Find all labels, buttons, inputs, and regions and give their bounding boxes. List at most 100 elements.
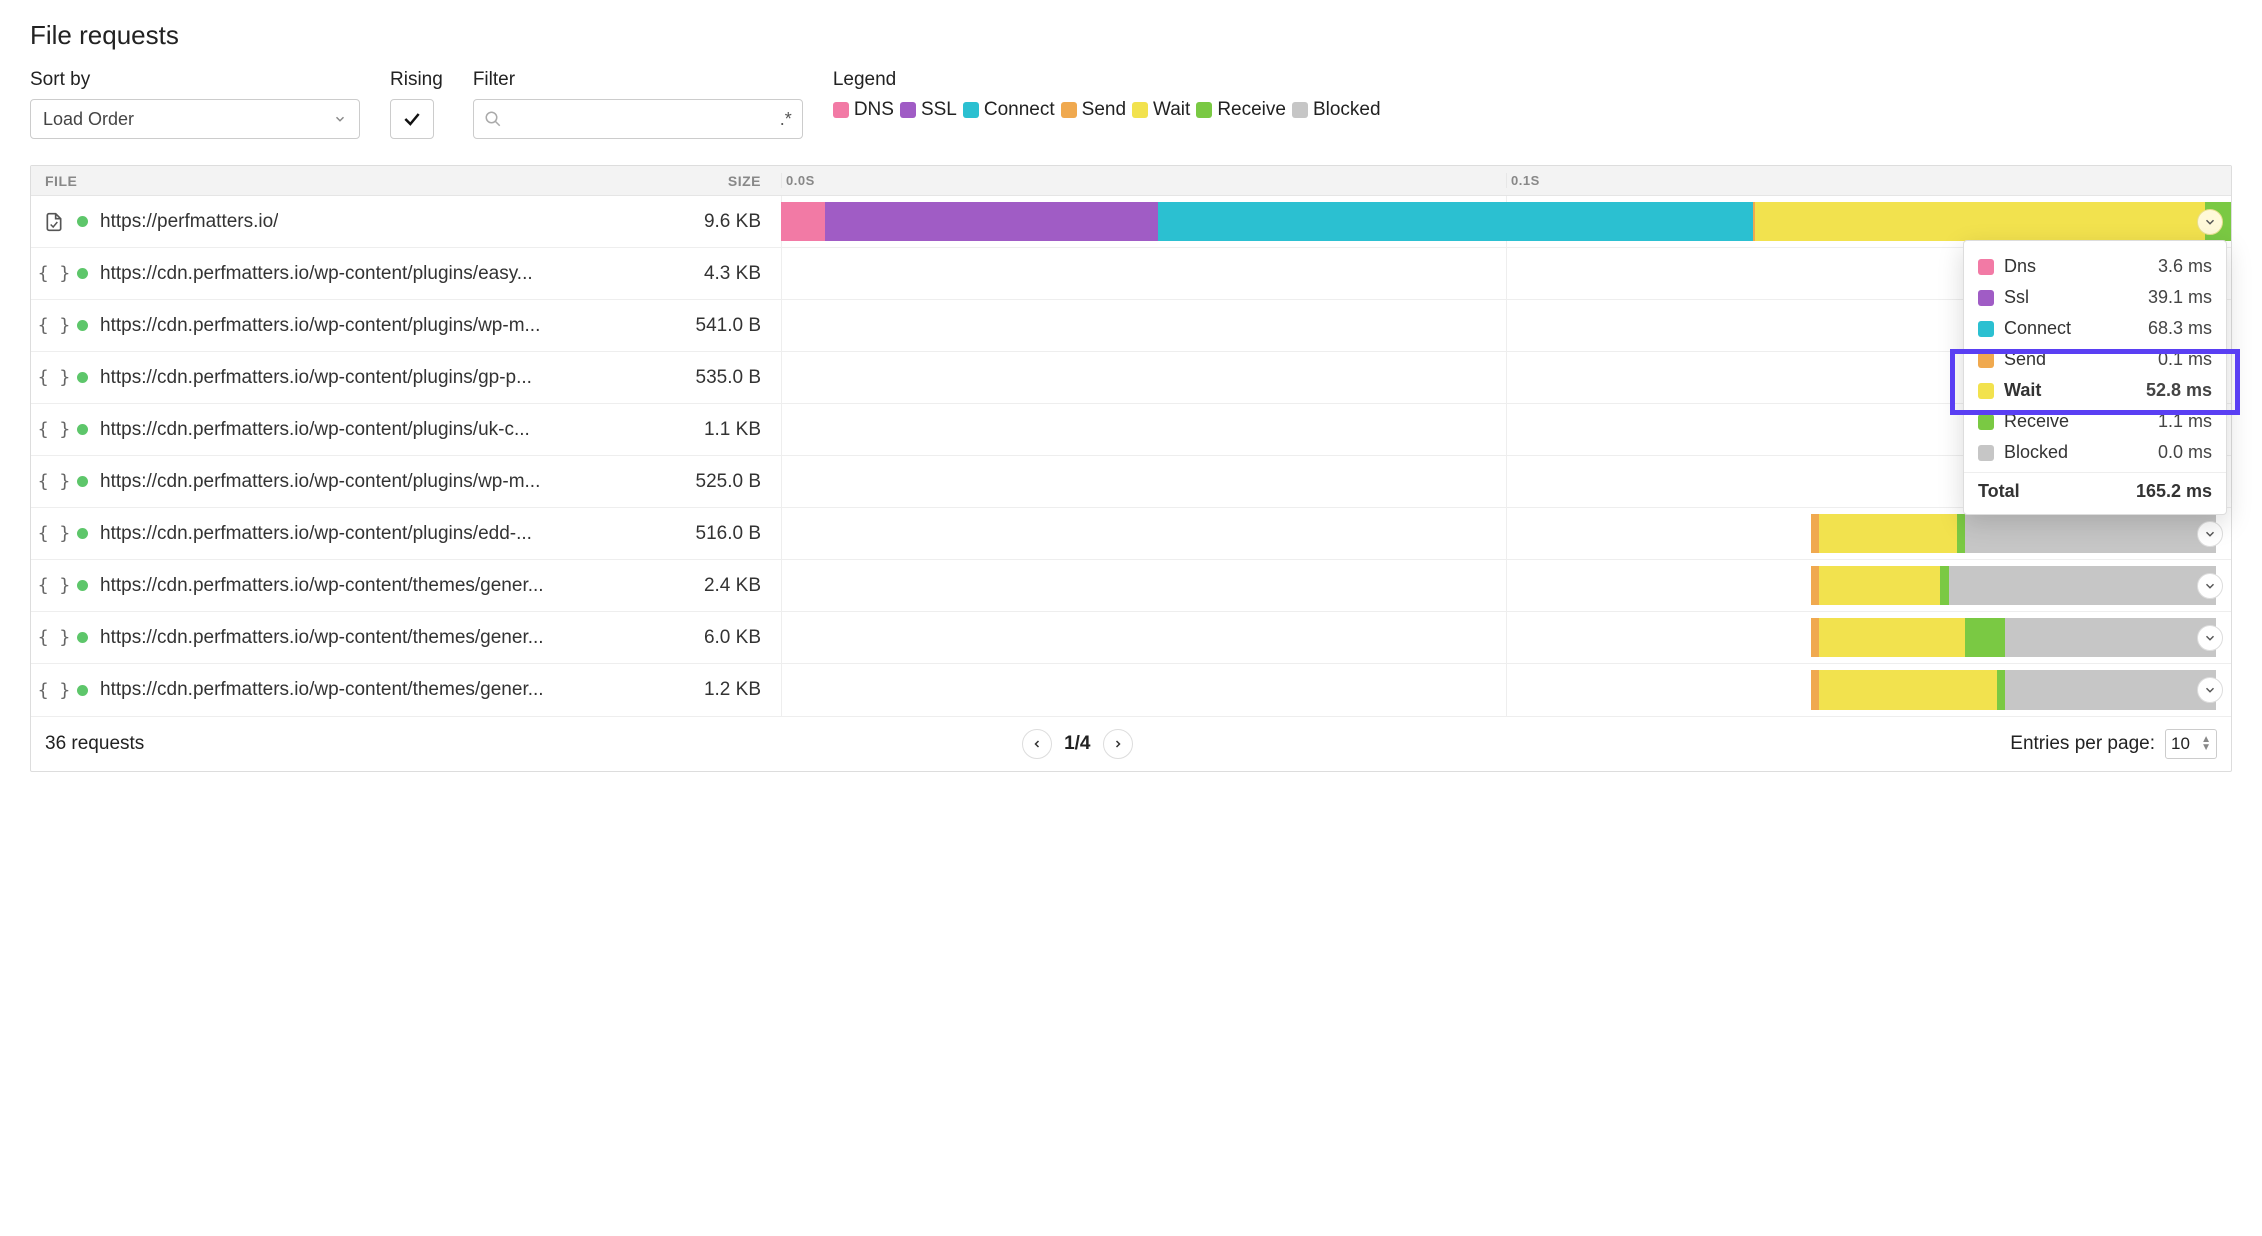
- waterfall-segment: [1997, 670, 2005, 710]
- size-cell: 1.2 KB: [551, 679, 781, 701]
- col-file-header[interactable]: FILE: [31, 173, 551, 189]
- expand-button[interactable]: [2197, 209, 2223, 235]
- tooltip-swatch: [1978, 321, 1994, 337]
- table-footer: 36 requests 1/4 Entries per page: 10 ▲▼: [31, 716, 2231, 771]
- braces-icon: { }: [43, 575, 65, 597]
- requests-table: FILE SIZE 0.0s0.1s https://perfmatters.i…: [30, 165, 2232, 772]
- tooltip-value: 68.3 ms: [2148, 318, 2212, 339]
- waterfall-segment: [1158, 202, 1753, 241]
- filter-input[interactable]: [510, 109, 780, 129]
- tooltip-row: Ssl 39.1 ms: [1964, 282, 2226, 313]
- sort-select[interactable]: Load Order: [30, 99, 360, 139]
- expand-button[interactable]: [2197, 573, 2223, 599]
- file-cell: https://perfmatters.io/: [31, 211, 551, 233]
- legend-swatch: [963, 102, 979, 118]
- waterfall-bar: [1811, 618, 2217, 657]
- file-cell: { } https://cdn.perfmatters.io/wp-conten…: [31, 315, 551, 337]
- request-count: 36 requests: [45, 733, 144, 755]
- status-dot: [77, 320, 88, 331]
- file-url: https://cdn.perfmatters.io/wp-content/pl…: [100, 471, 540, 493]
- document-icon: [43, 211, 65, 233]
- table-row[interactable]: { } https://cdn.perfmatters.io/wp-conten…: [31, 508, 2231, 560]
- file-url: https://cdn.perfmatters.io/wp-content/pl…: [100, 315, 540, 337]
- filter-label: Filter: [473, 69, 803, 91]
- file-cell: { } https://cdn.perfmatters.io/wp-conten…: [31, 367, 551, 389]
- legend-text: DNS: [854, 99, 894, 121]
- tooltip-row: Wait 52.8 ms: [1964, 375, 2226, 406]
- tooltip-row: Send 0.1 ms: [1964, 344, 2226, 375]
- table-row[interactable]: { } https://cdn.perfmatters.io/wp-conten…: [31, 560, 2231, 612]
- legend-text: Blocked: [1313, 99, 1381, 121]
- braces-icon: { }: [43, 627, 65, 649]
- tooltip-value: 52.8 ms: [2146, 380, 2212, 401]
- waterfall-cell: [781, 508, 2231, 559]
- table-header: FILE SIZE 0.0s0.1s: [31, 166, 2231, 196]
- table-row[interactable]: { } https://cdn.perfmatters.io/wp-conten…: [31, 612, 2231, 664]
- rising-toggle[interactable]: [390, 99, 434, 139]
- file-cell: { } https://cdn.perfmatters.io/wp-conten…: [31, 679, 551, 701]
- file-cell: { } https://cdn.perfmatters.io/wp-conten…: [31, 523, 551, 545]
- waterfall-segment: [1819, 670, 1998, 710]
- waterfall-bar: [781, 202, 2231, 241]
- waterfall-cell: Dns 3.6 ms Ssl 39.1 ms Connect 68.3 ms S…: [781, 196, 2231, 247]
- controls-bar: Sort by Load Order Rising Filter .* Lege…: [30, 69, 2232, 139]
- entries-per-page: Entries per page: 10 ▲▼: [2010, 729, 2217, 759]
- file-url: https://cdn.perfmatters.io/wp-content/th…: [100, 627, 544, 649]
- size-cell: 525.0 B: [551, 471, 781, 493]
- waterfall-bar: [1811, 670, 2217, 710]
- table-row[interactable]: https://perfmatters.io/ 9.6 KB Dns 3.6 m…: [31, 196, 2231, 248]
- size-cell: 9.6 KB: [551, 211, 781, 233]
- waterfall-segment: [1811, 566, 1819, 605]
- size-cell: 1.1 KB: [551, 419, 781, 441]
- waterfall-segment: [1965, 618, 2006, 657]
- table-row[interactable]: { } https://cdn.perfmatters.io/wp-conten…: [31, 300, 2231, 352]
- prev-page-button[interactable]: [1022, 729, 1052, 759]
- legend-swatch: [1061, 102, 1077, 118]
- status-dot: [77, 372, 88, 383]
- expand-button[interactable]: [2197, 625, 2223, 651]
- size-cell: 541.0 B: [551, 315, 781, 337]
- tooltip-label: Send: [2004, 349, 2148, 370]
- tooltip-label: Wait: [2004, 380, 2136, 401]
- braces-icon: { }: [43, 315, 65, 337]
- file-cell: { } https://cdn.perfmatters.io/wp-conten…: [31, 263, 551, 285]
- epp-select[interactable]: 10 ▲▼: [2165, 729, 2217, 759]
- legend-swatch: [833, 102, 849, 118]
- table-row[interactable]: { } https://cdn.perfmatters.io/wp-conten…: [31, 352, 2231, 404]
- filter-box[interactable]: .*: [473, 99, 803, 139]
- waterfall-segment: [2005, 618, 2216, 657]
- legend-item: DNS: [833, 99, 894, 121]
- tooltip-swatch: [1978, 383, 1994, 399]
- tooltip-value: 0.0 ms: [2158, 442, 2212, 463]
- waterfall-segment: [781, 202, 825, 241]
- braces-icon: { }: [43, 523, 65, 545]
- expand-button[interactable]: [2197, 521, 2223, 547]
- axis-tick: 0.0s: [781, 173, 1506, 188]
- tooltip-value: 1.1 ms: [2158, 411, 2212, 432]
- file-cell: { } https://cdn.perfmatters.io/wp-conten…: [31, 627, 551, 649]
- size-cell: 2.4 KB: [551, 575, 781, 597]
- table-row[interactable]: { } https://cdn.perfmatters.io/wp-conten…: [31, 456, 2231, 508]
- braces-icon: { }: [43, 679, 65, 701]
- next-page-button[interactable]: [1103, 729, 1133, 759]
- size-cell: 4.3 KB: [551, 263, 781, 285]
- tooltip-row: Blocked 0.0 ms: [1964, 437, 2226, 468]
- waterfall-cell: [781, 612, 2231, 663]
- col-size-header[interactable]: SIZE: [551, 173, 781, 189]
- waterfall-segment: [1819, 566, 1941, 605]
- file-cell: { } https://cdn.perfmatters.io/wp-conten…: [31, 575, 551, 597]
- table-row[interactable]: { } https://cdn.perfmatters.io/wp-conten…: [31, 248, 2231, 300]
- tooltip-swatch: [1978, 290, 1994, 306]
- legend-swatch: [1132, 102, 1148, 118]
- expand-button[interactable]: [2197, 677, 2223, 703]
- waterfall-segment: [2005, 670, 2216, 710]
- legend-swatch: [900, 102, 916, 118]
- table-row[interactable]: { } https://cdn.perfmatters.io/wp-conten…: [31, 404, 2231, 456]
- status-dot: [77, 632, 88, 643]
- status-dot: [77, 216, 88, 227]
- tooltip-row: Connect 68.3 ms: [1964, 313, 2226, 344]
- braces-icon: { }: [43, 419, 65, 441]
- legend: DNSSSLConnectSendWaitReceiveBlocked: [833, 99, 1381, 121]
- tooltip-swatch: [1978, 445, 1994, 461]
- table-row[interactable]: { } https://cdn.perfmatters.io/wp-conten…: [31, 664, 2231, 716]
